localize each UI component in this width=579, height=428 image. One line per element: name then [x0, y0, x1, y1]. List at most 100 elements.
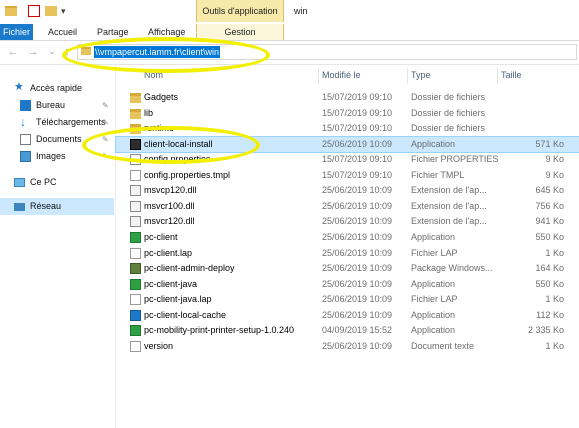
column-header-name[interactable]: Nom — [144, 70, 163, 80]
file-size: 1 Ko — [545, 248, 564, 258]
file-dll-icon — [130, 185, 141, 196]
column-header-date[interactable]: Modifié le — [322, 70, 361, 80]
folder-icon — [130, 109, 141, 119]
nav-item-images[interactable]: Images ✎ — [0, 148, 114, 165]
file-row[interactable]: lib 15/07/2019 09:10 Dossier de fichiers — [116, 106, 579, 121]
file-type: Application — [411, 139, 456, 149]
file-row[interactable]: msvcp120.dll 25/06/2019 10:09 Extension de… — [116, 183, 579, 198]
nav-item-documents[interactable]: Documents ✎ — [0, 131, 114, 148]
column-header-size[interactable]: Taille — [501, 70, 522, 80]
back-arrow-icon[interactable]: ← — [6, 45, 20, 59]
file-size: 941 Ko — [535, 216, 564, 226]
file-app-blue-icon — [130, 310, 141, 321]
ribbon-tabs: Fichier Accueil Partage Affichage Gestio… — [0, 24, 579, 41]
nav-item-acces-rapide[interactable]: ★ Accès rapide — [0, 80, 114, 97]
file-date: 25/06/2019 10:09 — [322, 139, 393, 149]
network-icon — [14, 203, 25, 211]
file-row[interactable]: pc-client.lap 25/06/2019 10:09 Fichier LAP… — [116, 246, 579, 261]
file-type: Extension de l'ap... — [411, 201, 487, 211]
file-row[interactable]: pc-client-java 25/06/2019 10:09 Applicatio… — [116, 277, 579, 292]
desktop-icon — [20, 100, 31, 111]
app-folder-icon — [5, 6, 17, 16]
file-row[interactable]: runtime 15/07/2019 09:10 Dossier de fichie… — [116, 121, 579, 136]
folder-icon — [81, 47, 91, 55]
file-type: Application — [411, 310, 456, 320]
file-cfg-icon — [130, 154, 141, 165]
tab-fichier[interactable]: Fichier — [0, 24, 33, 40]
file-row[interactable]: config.properties.tmpl 15/07/2019 09:10 Fi… — [116, 168, 579, 183]
file-type: Package Windows... — [411, 263, 493, 273]
file-name: pc-mobility-print-printer-setup-1.0.240 — [144, 325, 295, 335]
file-row[interactable]: config.properties 15/07/2019 09:10 Fichier… — [116, 152, 579, 167]
forward-arrow-icon[interactable]: → — [26, 45, 40, 59]
dropdown-arrow-icon[interactable]: ▾ — [61, 5, 69, 17]
column-divider[interactable] — [318, 68, 319, 84]
title-bar: ▾ Outils d'application win — [0, 0, 579, 24]
pin-icon[interactable]: ✎ — [102, 97, 109, 114]
file-size: 1 Ko — [545, 294, 564, 304]
file-date: 25/06/2019 10:09 — [322, 216, 393, 226]
file-name: runtime — [144, 123, 175, 133]
file-row[interactable]: pc-mobility-print-printer-setup-1.0.240 0… — [116, 323, 579, 338]
address-path[interactable]: \\vmpapercut.iamm.fr\client\win — [94, 46, 221, 58]
file-name: msvcp120.dll — [144, 185, 197, 195]
file-type: Document texte — [411, 341, 475, 351]
file-type: Dossier de fichiers — [411, 108, 486, 118]
file-row[interactable]: msvcr100.dll 25/06/2019 10:09 Extension de… — [116, 199, 579, 214]
pin-icon[interactable]: ✎ — [102, 131, 109, 148]
file-row[interactable]: pc-client-local-cache 25/06/2019 10:09 App… — [116, 308, 579, 323]
tab-gestion[interactable]: Gestion — [196, 24, 284, 40]
column-divider[interactable] — [407, 68, 408, 84]
file-date: 25/06/2019 10:09 — [322, 232, 393, 242]
file-size: 550 Ko — [535, 279, 564, 289]
file-row[interactable]: pc-client 25/06/2019 10:09 Application 550 … — [116, 230, 579, 245]
file-date: 25/06/2019 10:09 — [322, 201, 393, 211]
file-lap-icon — [130, 294, 141, 305]
file-size: 164 Ko — [535, 263, 564, 273]
file-name: pc-client — [144, 232, 178, 242]
file-size: 645 Ko — [535, 185, 564, 195]
tab-affichage[interactable]: Affichage — [148, 24, 185, 40]
file-date: 25/06/2019 10:09 — [322, 185, 393, 195]
file-name: pc-client.lap — [144, 248, 193, 258]
file-date: 15/07/2019 09:10 — [322, 154, 393, 164]
file-pkg-icon — [130, 263, 141, 274]
file-row[interactable]: version 25/06/2019 10:09 Document texte 1 K… — [116, 339, 579, 354]
file-row[interactable]: msvcr120.dll 25/06/2019 10:09 Extension de… — [116, 214, 579, 229]
pin-icon[interactable]: ✎ — [102, 114, 109, 131]
nav-item-bureau[interactable]: Bureau ✎ — [0, 97, 114, 114]
file-row[interactable]: pc-client-admin-deploy 25/06/2019 10:09 Pa… — [116, 261, 579, 276]
download-icon: ↓ — [20, 115, 26, 129]
recent-dropdown-icon[interactable]: ⌄ — [45, 45, 59, 59]
column-header-type[interactable]: Type — [411, 70, 431, 80]
nav-item-reseau[interactable]: Réseau — [0, 198, 114, 215]
file-lap-icon — [130, 248, 141, 259]
file-name: pc-client-java.lap — [144, 294, 212, 304]
up-arrow-icon[interactable]: ↑ — [60, 45, 74, 59]
column-divider[interactable] — [497, 68, 498, 84]
new-folder-icon[interactable] — [45, 6, 57, 16]
pin-icon[interactable]: ✎ — [102, 148, 109, 165]
nav-item-ce-pc[interactable]: Ce PC — [0, 174, 114, 191]
file-type: Extension de l'ap... — [411, 216, 487, 226]
nav-item-telechargements[interactable]: ↓ Téléchargements ✎ — [0, 114, 114, 131]
file-type: Application — [411, 232, 456, 242]
file-doc-icon — [130, 170, 141, 181]
file-type: Fichier PROPERTIES — [411, 154, 499, 164]
file-type: Application — [411, 279, 456, 289]
address-bar[interactable]: \\vmpapercut.iamm.fr\client\win — [77, 44, 577, 60]
file-size: 9 Ko — [545, 154, 564, 164]
file-row[interactable]: client-local-install 25/06/2019 10:09 Appl… — [115, 136, 579, 153]
file-size: 2 335 Ko — [527, 325, 564, 335]
images-icon — [20, 151, 31, 162]
file-name: version — [144, 341, 174, 351]
documents-icon — [20, 134, 31, 145]
file-date: 25/06/2019 10:09 — [322, 248, 393, 258]
tab-accueil[interactable]: Accueil — [48, 24, 77, 40]
file-name: config.properties.tmpl — [144, 170, 231, 180]
file-size: 571 Ko — [535, 139, 564, 149]
file-row[interactable]: Gadgets 15/07/2019 09:10 Dossier de fichie… — [116, 90, 579, 105]
file-row[interactable]: pc-client-java.lap 25/06/2019 10:09 Fichie… — [116, 292, 579, 307]
properties-icon[interactable] — [28, 5, 40, 17]
tab-partage[interactable]: Partage — [97, 24, 129, 40]
